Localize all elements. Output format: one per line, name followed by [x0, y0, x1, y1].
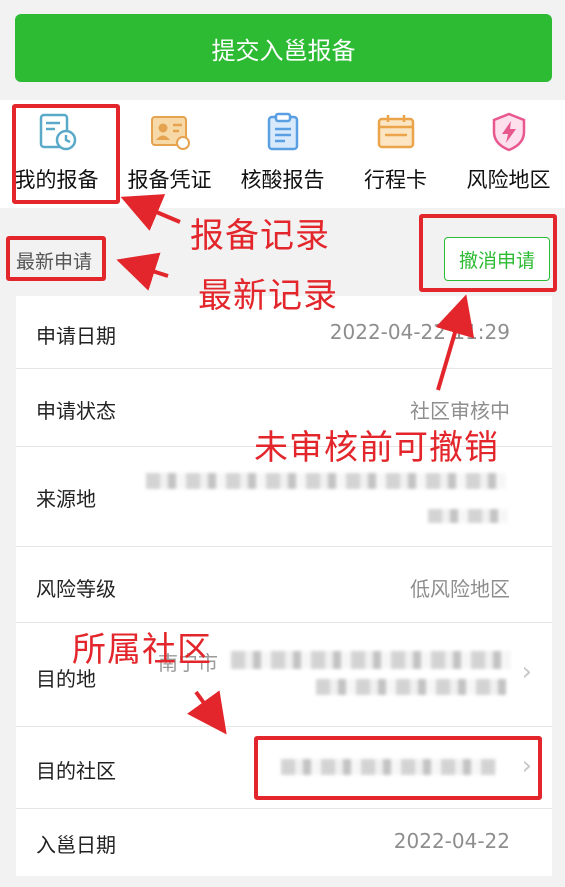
arrow-to-community [187, 690, 227, 735]
arrow-to-latest [116, 252, 169, 291]
annotation-arrows [116, 194, 475, 735]
arrow-to-my-report [120, 194, 181, 231]
arrow-to-cancel [435, 294, 475, 391]
